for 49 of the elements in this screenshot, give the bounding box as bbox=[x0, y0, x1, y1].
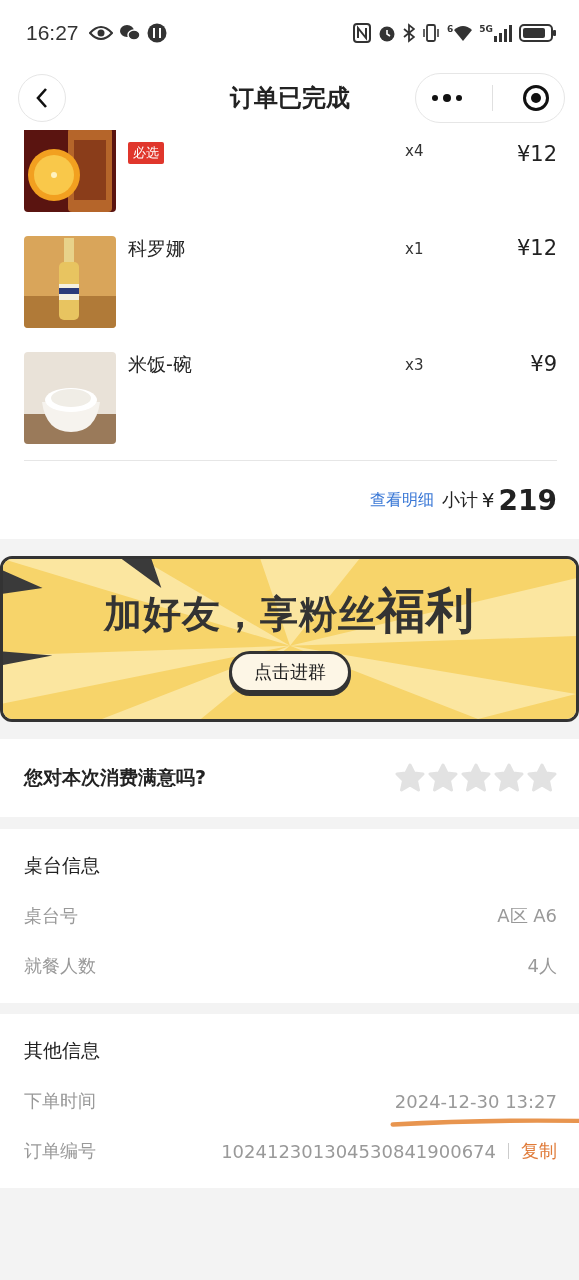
item-price: ¥12 bbox=[515, 142, 557, 166]
item-quantity: x4 bbox=[405, 142, 425, 160]
currency-sign: ¥ bbox=[481, 488, 495, 512]
wifi-label: 6 bbox=[447, 24, 454, 34]
battery-icon bbox=[519, 23, 557, 43]
signal-icon bbox=[493, 24, 513, 42]
info-value: 4人 bbox=[527, 955, 557, 976]
section-title: 其他信息 bbox=[24, 1038, 101, 1063]
item-name: 米饭-碗 bbox=[128, 352, 192, 377]
star-icon[interactable] bbox=[428, 763, 458, 793]
wifi-icon bbox=[453, 24, 474, 42]
close-icon[interactable] bbox=[521, 84, 550, 112]
banner-headline: 加好友，享粉丝福利 bbox=[104, 581, 475, 640]
item-quantity: x3 bbox=[405, 356, 425, 374]
join-group-button[interactable]: 点击进群 bbox=[228, 651, 351, 693]
status-time: 16:27 bbox=[26, 21, 79, 45]
page-title: 订单已完成 bbox=[228, 83, 351, 114]
info-label: 就餐人数 bbox=[24, 954, 97, 978]
back-button[interactable] bbox=[18, 74, 66, 122]
promo-banner[interactable]: 加好友，享粉丝福利 点击进群 bbox=[0, 556, 579, 722]
bluetooth-icon bbox=[403, 23, 416, 43]
app-icon bbox=[146, 23, 167, 43]
network-label: 5G bbox=[479, 24, 493, 34]
item-quantity: x1 bbox=[405, 240, 425, 258]
star-icon[interactable] bbox=[527, 763, 557, 793]
chat-icon bbox=[118, 24, 141, 42]
info-value: A区 A6 bbox=[497, 905, 557, 926]
item-name: 科罗娜 bbox=[128, 236, 185, 261]
nfc-icon bbox=[353, 23, 372, 43]
info-value: 102412301304530841900674 bbox=[221, 1140, 496, 1162]
section-title: 桌台信息 bbox=[24, 853, 101, 878]
item-price: ¥12 bbox=[515, 236, 557, 260]
eye-icon bbox=[88, 25, 113, 41]
info-label: 订单编号 bbox=[24, 1139, 97, 1163]
details-link[interactable]: 查看明细 bbox=[369, 489, 434, 511]
satisfaction-question: 您对本次消费满意吗? bbox=[24, 765, 207, 790]
info-label: 下单时间 bbox=[24, 1089, 97, 1113]
back-icon[interactable] bbox=[35, 87, 49, 109]
star-icon[interactable] bbox=[395, 763, 425, 793]
vibrate-icon bbox=[421, 23, 442, 43]
info-value: 2024-12-30 13:27 bbox=[394, 1090, 557, 1112]
star-icon[interactable] bbox=[461, 763, 491, 793]
required-tag: 必选 bbox=[128, 142, 164, 164]
more-icon[interactable] bbox=[430, 93, 465, 103]
subtotal-label: 小计 bbox=[441, 488, 478, 512]
item-price: ¥9 bbox=[529, 352, 557, 376]
info-label: 桌台号 bbox=[24, 904, 79, 928]
subtotal-amount: 219 bbox=[498, 483, 557, 517]
star-icon[interactable] bbox=[494, 763, 524, 793]
